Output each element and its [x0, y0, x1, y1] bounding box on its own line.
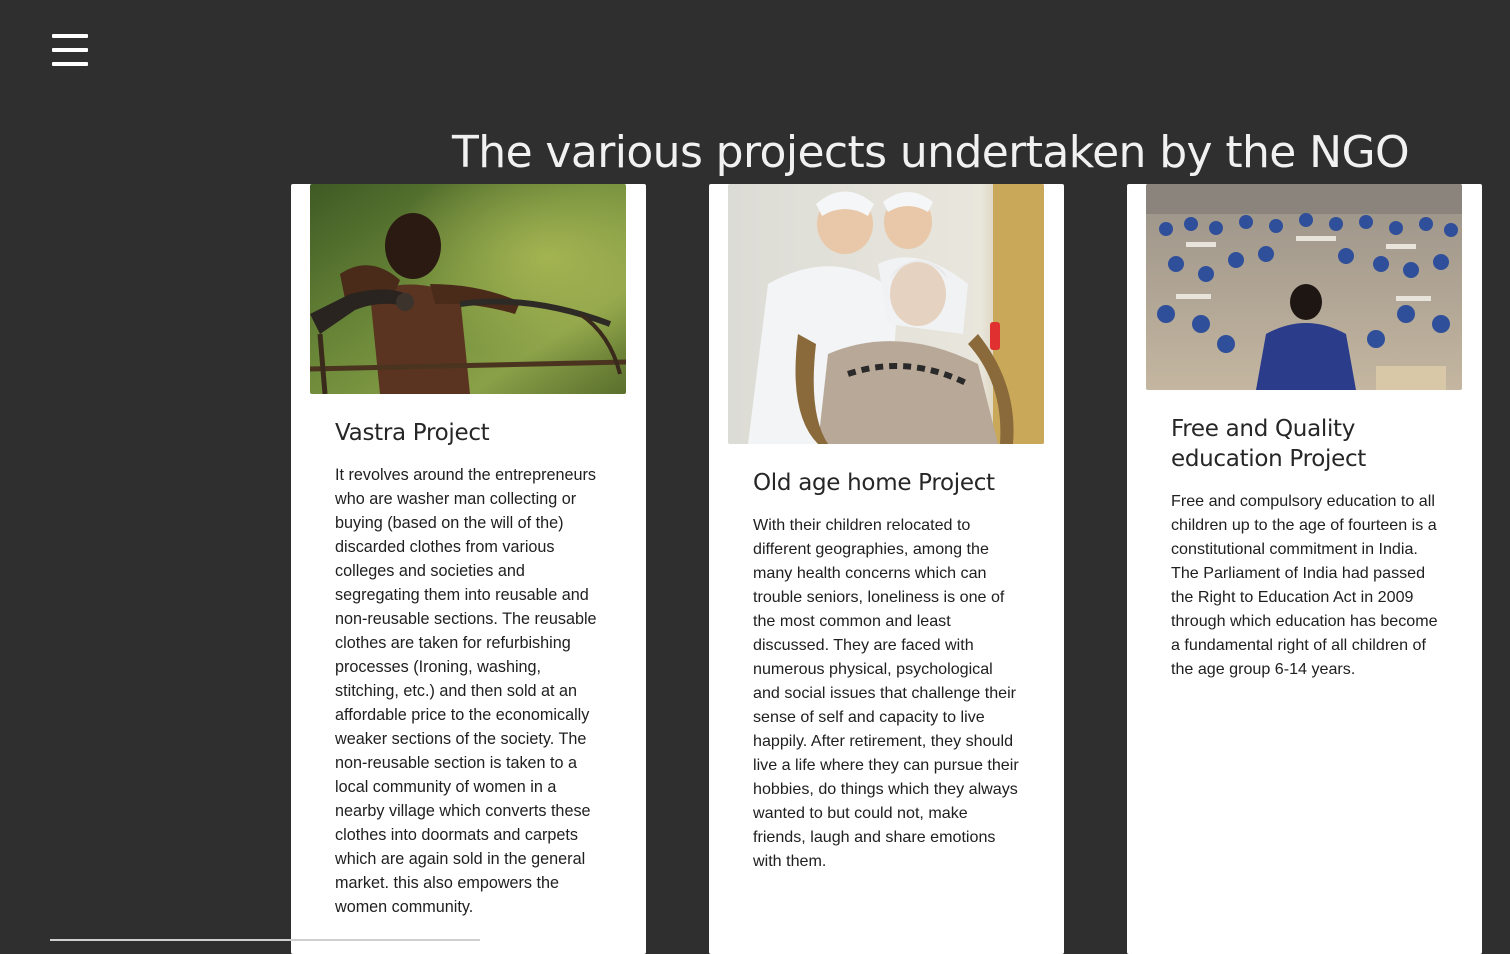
nurses-with-elderly-woman-photo [728, 184, 1044, 444]
page-title: The various projects undertaken by the N… [452, 127, 1410, 178]
project-card-old-age-home: Old age home Project With their children… [709, 184, 1064, 954]
project-title: Vastra Project [335, 420, 490, 446]
project-description: Free and compulsory education to all chi… [1171, 492, 1438, 678]
classroom-children-photo [1146, 184, 1462, 390]
boy-with-bicycle-photo [310, 184, 626, 394]
project-card-body: Old age home Project With their children… [753, 468, 1024, 873]
menu-bar [52, 48, 88, 52]
project-title: Old age home Project [753, 470, 995, 496]
project-card-vastra: Vastra Project It revolves around the en… [291, 184, 646, 954]
hamburger-menu-icon[interactable] [52, 34, 88, 67]
project-description: With their children relocated to differe… [753, 516, 1019, 870]
menu-bar [52, 62, 88, 66]
project-description: It revolves around the entrepreneurs who… [335, 466, 597, 916]
project-card-body: Free and Quality education Project Free … [1171, 414, 1442, 681]
menu-bar [52, 34, 88, 38]
project-title: Free and Quality education Project [1171, 416, 1367, 472]
project-card-education: Free and Quality education Project Free … [1127, 184, 1482, 954]
project-card-body: Vastra Project It revolves around the en… [335, 418, 606, 919]
